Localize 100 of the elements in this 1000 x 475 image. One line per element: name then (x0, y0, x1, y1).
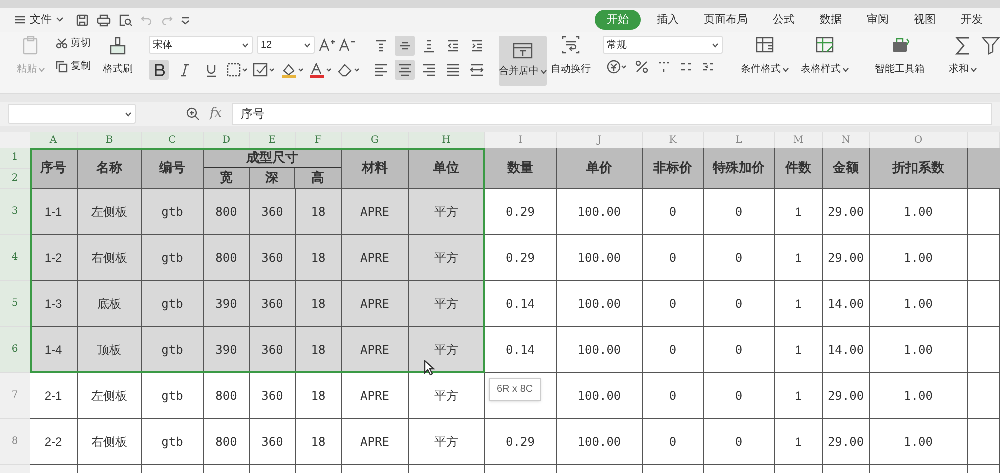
table-cell: APRE (342, 327, 409, 373)
row-header[interactable]: 4 (0, 235, 30, 281)
ribbon-tab[interactable]: 页面布局 (700, 10, 752, 30)
table-cell: 390 (204, 327, 250, 373)
file-menu[interactable]: 文件 (14, 12, 64, 28)
table-cell: 360 (250, 373, 296, 419)
copy-button[interactable]: 复制 (56, 59, 91, 74)
table-cell: 0 (704, 235, 775, 281)
table-cell: 1.00 (870, 373, 968, 419)
table-cell: 0 (643, 327, 704, 373)
table-cell: 1 (775, 419, 823, 465)
table-cell: 1 (775, 327, 823, 373)
column-header[interactable]: H (409, 132, 485, 148)
table-cell: 0.29 (485, 189, 557, 235)
column-header[interactable]: B (78, 132, 142, 148)
table-cell: 100.00 (557, 419, 643, 465)
table-cell: 0 (643, 419, 704, 465)
cut-button[interactable]: 剪切 (56, 36, 91, 51)
table-style-button[interactable]: 表格样式 (795, 36, 855, 77)
table-cell: 0 (704, 327, 775, 373)
table-cell: 1-4 (30, 327, 78, 373)
table-cell: gtb (142, 373, 204, 419)
table-cell: APRE (342, 419, 409, 465)
table-cell: 1.00 (870, 281, 968, 327)
merge-center-button[interactable]: 合并居中 (499, 36, 547, 86)
ribbon-tab[interactable]: 视图 (910, 10, 940, 30)
table-cell: 左侧板 (78, 373, 142, 419)
table-header-cell: 宽 (204, 168, 250, 188)
table-cell: 100.00 (557, 189, 643, 235)
table-cell: 左侧板 (78, 189, 142, 235)
table-cell: 平方 (409, 419, 485, 465)
number-format-field[interactable]: 常规 (603, 36, 723, 54)
row-header[interactable]: 5 (0, 281, 30, 327)
table-cell: 0.14 (485, 281, 557, 327)
table-cell: 底板 (78, 281, 142, 327)
table-cell: 2-2 (30, 419, 78, 465)
table-cell: 800 (204, 189, 250, 235)
table-header-cell: 特殊加价 (704, 148, 775, 189)
table-cell: 0 (643, 235, 704, 281)
table-cell: 29.00 (823, 235, 870, 281)
row-header[interactable]: 2 (0, 168, 30, 189)
ribbon-tab[interactable]: 开始 (595, 10, 641, 30)
table-cell: 18 (296, 189, 342, 235)
row-header[interactable]: 6 (0, 327, 30, 373)
paste-button[interactable]: 粘贴 (14, 36, 48, 77)
toolbox-button[interactable]: 智能工具箱 (867, 36, 933, 77)
font-family-field[interactable]: 宋体 (149, 36, 253, 54)
table-cell: 29.00 (823, 419, 870, 465)
column-header[interactable]: G (342, 132, 409, 148)
table-cell: 360 (250, 419, 296, 465)
table-cell: gtb (142, 327, 204, 373)
conditional-button[interactable]: 条件格式 (735, 36, 795, 77)
function-label[interactable]: fx (210, 104, 222, 124)
table-cell: gtb (142, 189, 204, 235)
table-cell: 800 (204, 419, 250, 465)
table-cell: APRE (342, 281, 409, 327)
ribbon-tab[interactable]: 开发 (957, 10, 987, 30)
font-size-field[interactable]: 12 (257, 36, 315, 54)
table-header-cell: 折扣系数 (870, 148, 968, 189)
table-cell: 1-1 (30, 189, 78, 235)
table-cell: 29.00 (823, 373, 870, 419)
formula-input[interactable]: 序号 (232, 103, 992, 125)
row-header[interactable]: 8 (0, 419, 30, 465)
table-cell: 100.00 (557, 373, 643, 419)
table-cell: 1.00 (870, 327, 968, 373)
table-header-cell: 单价 (557, 148, 643, 189)
table-cell: 18 (296, 235, 342, 281)
table-cell: 18 (296, 327, 342, 373)
row-header[interactable]: 1 (0, 148, 30, 168)
table-header-cell: 数量 (485, 148, 557, 189)
column-header[interactable]: D (204, 132, 250, 148)
table-cell: 18 (296, 281, 342, 327)
column-header[interactable]: A (30, 132, 78, 148)
ribbon-tab[interactable]: 公式 (769, 10, 799, 30)
column-header[interactable]: E (250, 132, 296, 148)
table-cell: 360 (250, 327, 296, 373)
table-cell: 18 (296, 373, 342, 419)
ribbon-tab[interactable]: 插入 (653, 10, 683, 30)
table-cell: 0.29 (485, 419, 557, 465)
ribbon-tab[interactable]: 数据 (816, 10, 846, 30)
table-cell: 1.00 (870, 235, 968, 281)
wrap-text-button[interactable]: 自动换行 (551, 36, 591, 77)
table-cell: 平方 (409, 327, 485, 373)
table-cell: APRE (342, 235, 409, 281)
format-painter-button[interactable]: 格式刷 (99, 36, 137, 77)
selection-size-tooltip: 6R x 8C (489, 378, 542, 401)
table-cell: 1 (775, 189, 823, 235)
column-header[interactable]: F (296, 132, 342, 148)
table-header-cell: 深 (250, 168, 296, 188)
table-header-cell: 材料 (342, 148, 409, 189)
table-cell: 顶板 (78, 327, 142, 373)
column-header[interactable]: C (142, 132, 204, 148)
table-cell: 0 (643, 373, 704, 419)
row-header[interactable]: 7 (0, 373, 30, 419)
table-cell: 0 (704, 419, 775, 465)
row-header[interactable]: 3 (0, 189, 30, 235)
ribbon-tab[interactable]: 审阅 (863, 10, 893, 30)
table-cell: 14.00 (823, 327, 870, 373)
table-cell: 800 (204, 373, 250, 419)
sum-button[interactable]: 求和 (945, 36, 981, 77)
